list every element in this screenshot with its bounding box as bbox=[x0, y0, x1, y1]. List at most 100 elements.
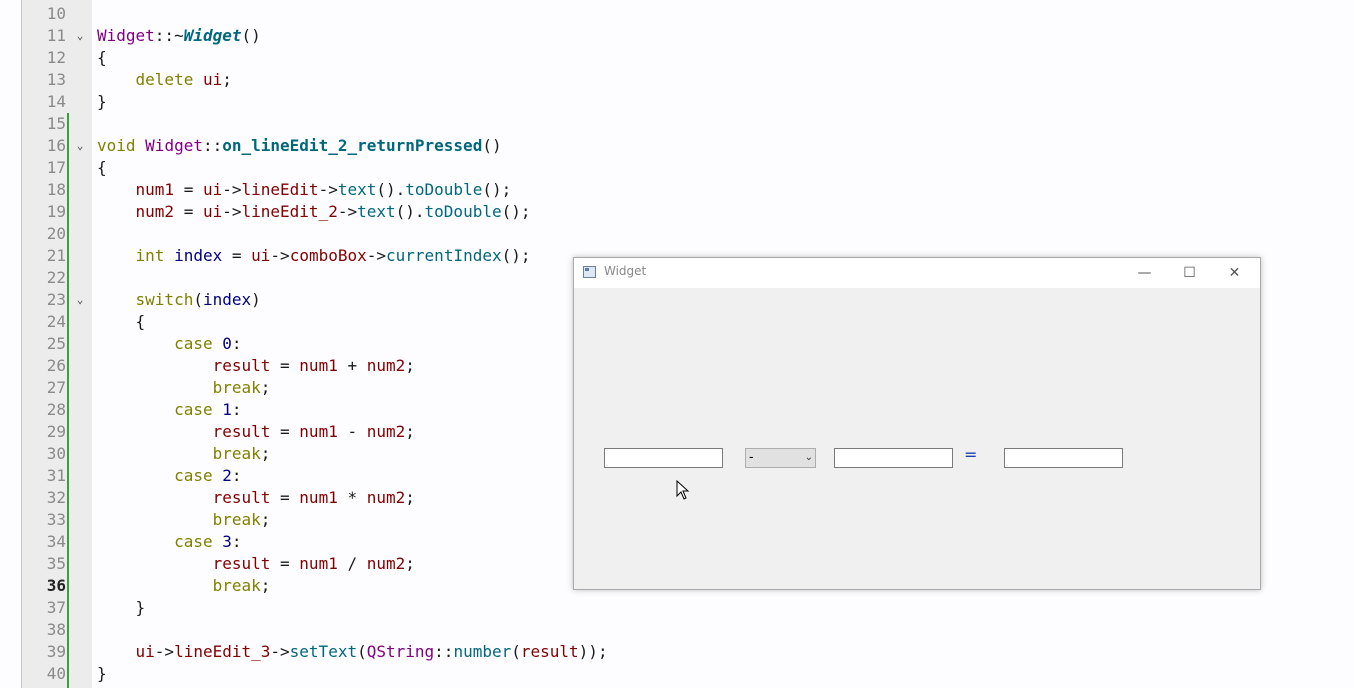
code-token: = bbox=[174, 180, 203, 199]
code-line[interactable]: 11 ⌄ Widget::~Widget() bbox=[0, 25, 1354, 47]
code-token: () bbox=[482, 136, 502, 155]
code-line[interactable]: 10 bbox=[0, 3, 1354, 25]
code-token: result bbox=[212, 488, 271, 507]
code-token: } bbox=[97, 92, 107, 111]
code-token: * bbox=[337, 488, 367, 507]
code-text: break; bbox=[97, 377, 271, 399]
code-token: -> bbox=[222, 202, 242, 221]
code-token: Widget bbox=[97, 26, 155, 45]
code-line[interactable]: 17 { bbox=[0, 157, 1354, 179]
code-line[interactable]: 39 ui->lineEdit_3->setText(QString::numb… bbox=[0, 641, 1354, 663]
code-text: case 3: bbox=[97, 531, 241, 553]
code-token: -> bbox=[270, 246, 290, 265]
code-line[interactable]: 40} bbox=[0, 663, 1354, 685]
code-token: currentIndex bbox=[386, 246, 502, 265]
code-token: number bbox=[453, 642, 512, 661]
code-token: ; bbox=[260, 576, 271, 595]
code-token: ; bbox=[405, 554, 415, 573]
code-token: num2 bbox=[366, 554, 406, 573]
operator-combobox[interactable]: - ⌄ bbox=[745, 448, 816, 468]
code-token: ui bbox=[202, 70, 223, 89]
code-token: Widget bbox=[145, 136, 203, 155]
minimize-icon[interactable]: — bbox=[1122, 258, 1167, 288]
code-text: case 1: bbox=[97, 399, 242, 421]
code-text: result = num1 * num2; bbox=[97, 487, 415, 509]
number2-input[interactable] bbox=[834, 448, 953, 468]
code-token: case bbox=[174, 334, 213, 353]
number1-input[interactable] bbox=[604, 448, 723, 468]
code-text: case 2: bbox=[97, 465, 241, 487]
line-number: 28 bbox=[46, 400, 66, 419]
code-line[interactable]: 16 ⌄ void Widget::on_lineEdit_2_returnPres… bbox=[0, 135, 1354, 157]
equals-label: = bbox=[964, 445, 978, 464]
line-number: 17 bbox=[46, 158, 66, 177]
code-text: break; bbox=[97, 575, 271, 597]
code-text: { bbox=[97, 47, 107, 69]
code-token: text bbox=[337, 180, 377, 199]
code-token: -> bbox=[154, 642, 175, 661]
line-number: 22 bbox=[46, 268, 66, 287]
code-token: } bbox=[97, 598, 146, 617]
code-token: num2 bbox=[366, 422, 406, 441]
code-text: result = num1 + num2; bbox=[97, 355, 415, 377]
code-token: -> bbox=[222, 180, 242, 199]
code-text: } bbox=[97, 597, 146, 619]
code-token: () bbox=[241, 26, 261, 45]
line-number: 25 bbox=[46, 334, 66, 353]
result-output[interactable] bbox=[1004, 448, 1123, 468]
line-number: 40 bbox=[46, 664, 66, 683]
line-number: 11 bbox=[46, 26, 66, 45]
code-token: toDouble bbox=[424, 202, 502, 221]
code-token: { bbox=[97, 158, 107, 177]
code-token: num1 bbox=[135, 180, 175, 199]
code-line[interactable]: 12 { bbox=[0, 47, 1354, 69]
line-number: 16 bbox=[46, 136, 66, 155]
code-text: Widget::~Widget() bbox=[97, 25, 261, 47]
operator-selected-value: - bbox=[749, 450, 754, 465]
code-token: num1 bbox=[299, 488, 338, 507]
code-token: ; bbox=[405, 356, 415, 375]
code-text: num1 = ui->lineEdit->text().toDouble(); bbox=[97, 179, 512, 201]
line-number: 31 bbox=[46, 466, 66, 485]
code-token: 2 bbox=[222, 466, 232, 485]
close-icon[interactable]: ✕ bbox=[1212, 258, 1257, 288]
code-line[interactable]: 13 delete ui; bbox=[0, 69, 1354, 91]
code-line[interactable]: 20 bbox=[0, 223, 1354, 245]
fold-chevron-icon[interactable]: ⌄ bbox=[73, 289, 87, 311]
code-token: switch bbox=[135, 290, 194, 309]
code-token: ui bbox=[135, 642, 155, 661]
widget-window[interactable]: Widget — ☐ ✕ - ⌄ = bbox=[573, 257, 1261, 590]
code-text: void Widget::on_lineEdit_2_returnPressed… bbox=[97, 135, 502, 157]
code-token: = bbox=[270, 488, 300, 507]
window-titlebar[interactable]: Widget — ☐ ✕ bbox=[574, 258, 1260, 288]
code-line[interactable]: 37 } bbox=[0, 597, 1354, 619]
code-token: : bbox=[231, 334, 242, 353]
code-token: index bbox=[202, 290, 252, 309]
code-line[interactable]: 19 num2 = ui->lineEdit_2->text().toDoubl… bbox=[0, 201, 1354, 223]
window-title: Widget bbox=[604, 264, 647, 278]
code-token: ; bbox=[405, 422, 415, 441]
code-line[interactable]: 38 bbox=[0, 619, 1354, 641]
app-window-icon bbox=[583, 266, 596, 278]
maximize-icon[interactable]: ☐ bbox=[1167, 258, 1212, 288]
fold-chevron-icon[interactable]: ⌄ bbox=[73, 135, 87, 157]
code-token: : bbox=[231, 400, 242, 419]
line-number: 19 bbox=[46, 202, 66, 221]
code-token: text bbox=[357, 202, 396, 221]
line-number: 33 bbox=[46, 510, 66, 529]
fold-chevron-icon[interactable]: ⌄ bbox=[73, 25, 87, 47]
code-text: result = num1 / num2; bbox=[97, 553, 415, 575]
code-line[interactable]: 14} bbox=[0, 91, 1354, 113]
code-line[interactable]: 18 num1 = ui->lineEdit->text().toDouble(… bbox=[0, 179, 1354, 201]
code-token: { bbox=[97, 48, 107, 67]
code-line[interactable]: 15 bbox=[0, 113, 1354, 135]
